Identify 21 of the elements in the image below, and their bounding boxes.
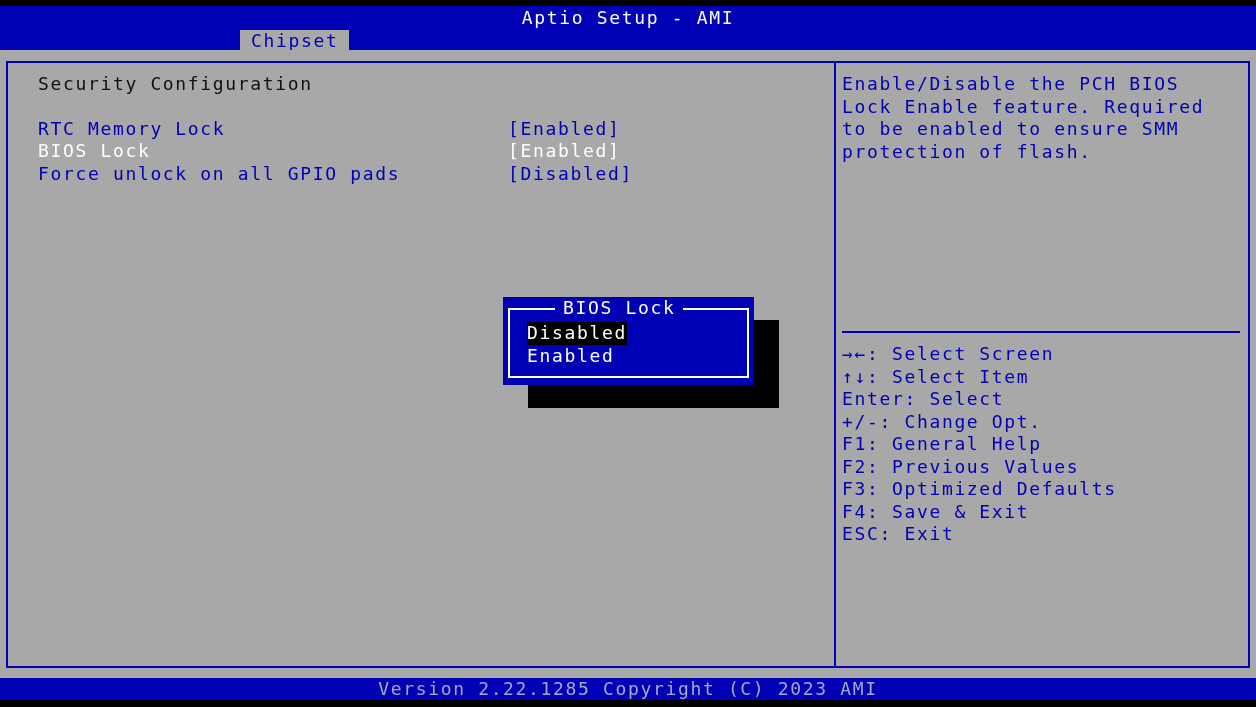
help-text: Enable/Disable the PCH BIOS Lock Enable feature. Required to be enabled to ensure SMM protection of flash. (842, 73, 1206, 164)
menu-tab[interactable]: Chipset (240, 29, 350, 52)
setting-label[interactable]: Force unlock on all GPIO pads (38, 162, 508, 185)
setting-value: [Disabled] (508, 162, 633, 185)
key-help-line: ↑↓: Select Item (842, 365, 1030, 388)
key-help-line: F4: Save & Exit (842, 500, 1030, 523)
key-help-line: F3: Optimized Defaults (842, 478, 1117, 501)
key-help-line: Enter: Select (842, 388, 1005, 411)
setting-label[interactable]: RTC Memory Lock (38, 117, 508, 140)
key-help-line: →←: Select Screen (842, 343, 1055, 366)
window-title: Aptio Setup - AMI (521, 7, 735, 30)
key-help-line: ESC: Exit (842, 523, 955, 546)
popup-option[interactable]: Disabled (527, 322, 627, 345)
key-help-line: F1: General Help (842, 433, 1042, 456)
setting-value: [Enabled] (508, 117, 621, 140)
popup-option[interactable]: Enabled (527, 344, 615, 367)
key-help-line: F2: Previous Values (842, 455, 1080, 478)
setting-value: [Enabled] (508, 140, 621, 163)
footer-text: Version 2.22.1285 Copyright (C) 2023 AMI (378, 678, 878, 700)
key-help-line: +/-: Change Opt. (842, 410, 1042, 433)
section-title: Security Configuration (38, 73, 313, 96)
